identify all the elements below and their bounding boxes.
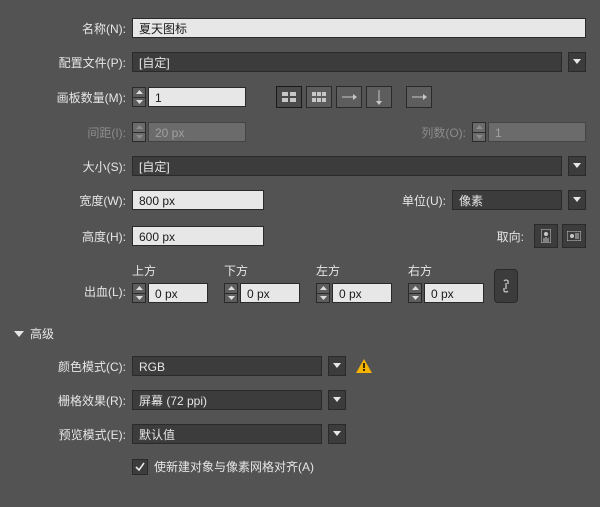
arrange-grid-row-icon[interactable]: [276, 86, 302, 108]
size-label: 大小(S):: [14, 158, 132, 175]
raster-label: 栅格效果(R):: [14, 392, 132, 409]
spacing-label: 间距(I):: [14, 124, 132, 141]
artboards-input[interactable]: 1: [148, 87, 246, 107]
bleed-bottom-spinner[interactable]: [224, 283, 238, 303]
bleed-right-label: 右方: [408, 262, 484, 279]
bleed-bottom-label: 下方: [224, 262, 300, 279]
bleed-label: 出血(L):: [14, 283, 132, 303]
spacing-spinner: [132, 122, 146, 142]
size-select[interactable]: [自定]: [132, 156, 562, 176]
bleed-right-spinner[interactable]: [408, 283, 422, 303]
name-label: 名称(N):: [14, 20, 132, 37]
arrange-col-icon[interactable]: [366, 86, 392, 108]
bleed-bottom-input[interactable]: 0 px: [240, 283, 300, 303]
raster-select[interactable]: 屏幕 (72 ppi): [132, 390, 322, 410]
profile-label: 配置文件(P):: [14, 54, 132, 71]
preview-select[interactable]: 默认值: [132, 424, 322, 444]
profile-dropdown-arrow[interactable]: [568, 52, 586, 72]
artboards-spinner[interactable]: [132, 87, 146, 107]
arrange-grid-col-icon[interactable]: [306, 86, 332, 108]
advanced-section-header[interactable]: 高级: [14, 325, 586, 342]
spacing-input: 20 px: [148, 122, 246, 142]
cols-input: 1: [488, 122, 586, 142]
align-pixelgrid-checkbox[interactable]: [132, 459, 148, 475]
bleed-left-spinner[interactable]: [316, 283, 330, 303]
warning-icon: [356, 359, 372, 373]
cols-spinner: [472, 122, 486, 142]
orientation-landscape-button[interactable]: [562, 224, 586, 248]
preview-label: 预览模式(E):: [14, 426, 132, 443]
bleed-left-label: 左方: [316, 262, 392, 279]
preview-dropdown-arrow[interactable]: [328, 424, 346, 444]
units-select[interactable]: 像素: [452, 190, 562, 210]
bleed-top-input[interactable]: 0 px: [148, 283, 208, 303]
width-label: 宽度(W):: [14, 192, 132, 209]
height-input[interactable]: 600 px: [132, 226, 264, 246]
document-settings-panel: 名称(N): 夏天图标 配置文件(P): [自定] 画板数量(M): 1: [0, 0, 600, 507]
colormode-select[interactable]: RGB: [132, 356, 322, 376]
bleed-top-label: 上方: [132, 262, 208, 279]
name-input[interactable]: 夏天图标: [132, 18, 586, 38]
colormode-dropdown-arrow[interactable]: [328, 356, 346, 376]
width-input[interactable]: 800 px: [132, 190, 264, 210]
units-dropdown-arrow[interactable]: [568, 190, 586, 210]
profile-select[interactable]: [自定]: [132, 52, 562, 72]
advanced-label: 高级: [30, 325, 54, 342]
size-dropdown-arrow[interactable]: [568, 156, 586, 176]
orient-label: 取向:: [497, 228, 530, 245]
orientation-portrait-button[interactable]: [534, 224, 558, 248]
artboards-label: 画板数量(M):: [14, 89, 132, 106]
arrange-toggle-icon[interactable]: [406, 86, 432, 108]
height-label: 高度(H):: [14, 228, 132, 245]
cols-label: 列数(O):: [421, 124, 472, 141]
colormode-label: 颜色模式(C):: [14, 358, 132, 375]
arrange-row-icon[interactable]: [336, 86, 362, 108]
bleed-top-spinner[interactable]: [132, 283, 146, 303]
disclosure-triangle-icon: [14, 331, 24, 337]
align-pixelgrid-label: 使新建对象与像素网格对齐(A): [154, 458, 314, 475]
units-label: 单位(U):: [402, 192, 452, 209]
bleed-right-input[interactable]: 0 px: [424, 283, 484, 303]
bleed-link-button[interactable]: [494, 269, 518, 303]
bleed-left-input[interactable]: 0 px: [332, 283, 392, 303]
raster-dropdown-arrow[interactable]: [328, 390, 346, 410]
